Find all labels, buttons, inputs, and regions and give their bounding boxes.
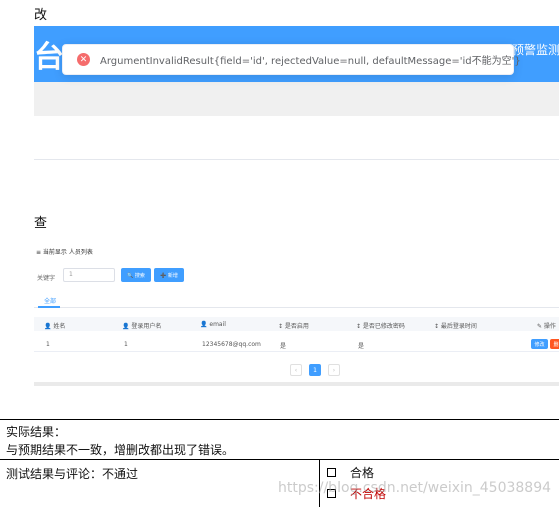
checkbox-pass[interactable] bbox=[327, 468, 336, 477]
delete-button[interactable]: 删 bbox=[550, 339, 559, 349]
breadcrumb: ≡ 当前显示 人员列表 bbox=[36, 249, 93, 256]
heading-query: 查 bbox=[34, 216, 48, 231]
screenshot-query: ≡ 当前显示 人员列表 关键字 1 🔍 搜索 ➕ 新增 全部 👤 姓名 👤 登录… bbox=[34, 238, 559, 386]
tab-divider bbox=[34, 307, 559, 308]
tab-all[interactable]: 全部 bbox=[44, 296, 56, 305]
verdict-text: 测试结果与评论：不通过 bbox=[6, 467, 139, 481]
logo-text: 台 bbox=[34, 40, 64, 75]
watermark: https://blog.csdn.net/weixin_45038894 bbox=[278, 480, 552, 496]
cell-password-changed: 是 bbox=[358, 343, 365, 350]
cell-email: 12345678@qq.com bbox=[202, 341, 261, 348]
error-message: ArgumentInvalidResult{field='id', reject… bbox=[100, 56, 521, 67]
option-pass[interactable]: 合格 bbox=[327, 464, 374, 481]
column-name[interactable]: 👤 姓名 bbox=[44, 321, 65, 330]
next-page-button[interactable]: › bbox=[328, 364, 340, 376]
page-1-button[interactable]: 1 bbox=[309, 364, 321, 376]
edit-button[interactable]: 修改 bbox=[531, 339, 548, 349]
column-actions: ✎ 操作 bbox=[537, 323, 556, 330]
error-circle-icon: ✕ bbox=[77, 53, 90, 66]
add-button[interactable]: ➕ 新增 bbox=[154, 268, 184, 282]
keyword-input[interactable]: 1 bbox=[63, 268, 115, 282]
column-email[interactable]: 👤 email bbox=[200, 321, 226, 328]
search-button[interactable]: 🔍 搜索 bbox=[121, 268, 151, 282]
actual-result-text: 与预期结果不一致，增删改都出现了错误。 bbox=[6, 443, 235, 457]
column-password-changed[interactable]: ↕ 是否已修改密码 bbox=[356, 321, 405, 330]
error-toast: ✕ ArgumentInvalidResult{field='id', reje… bbox=[62, 44, 521, 75]
option-pass-label: 合格 bbox=[350, 466, 375, 480]
content-bar bbox=[34, 82, 559, 116]
actual-result-section: 实际结果： 与预期结果不一致，增删改都出现了错误。 bbox=[0, 419, 559, 460]
actual-result-title: 实际结果： bbox=[6, 425, 67, 439]
column-enabled[interactable]: ↕ 是否启用 bbox=[278, 321, 309, 330]
screenshot-modify: 台 预警监测 ✕ ArgumentInvalidResult{field='id… bbox=[34, 26, 559, 160]
column-username[interactable]: 👤 登录用户名 bbox=[122, 321, 161, 330]
keyword-label: 关键字 bbox=[37, 275, 56, 282]
heading-modify: 改 bbox=[34, 8, 48, 23]
tab-active-indicator bbox=[38, 306, 60, 308]
column-last-login[interactable]: ↕ 最后登录时间 bbox=[434, 321, 477, 330]
cell-name: 1 bbox=[46, 341, 50, 348]
prev-page-button[interactable]: ‹ bbox=[290, 364, 302, 376]
cell-enabled: 是 bbox=[280, 343, 287, 350]
row-divider bbox=[34, 351, 559, 352]
cell-username: 1 bbox=[124, 341, 128, 348]
